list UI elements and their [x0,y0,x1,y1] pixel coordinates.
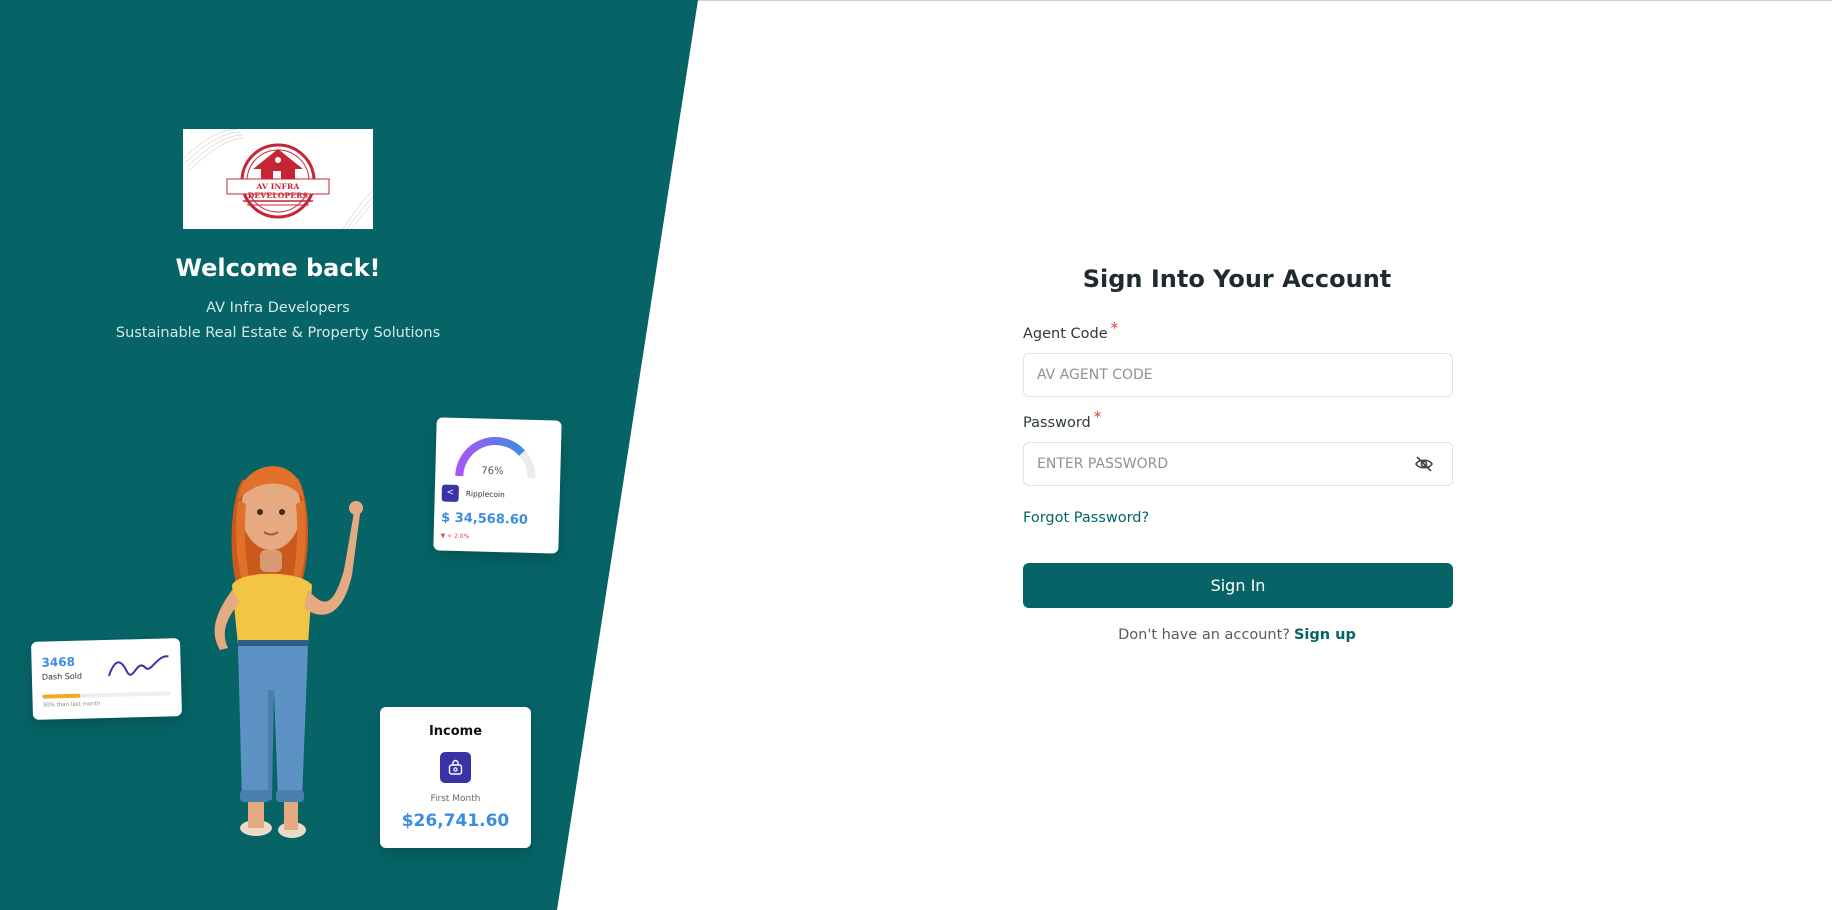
dash-progress-fill [42,693,81,699]
welcome-heading: Welcome back! [175,254,381,282]
company-name: AV Infra Developers [206,300,350,316]
company-tagline: Sustainable Real Estate & Property Solut… [115,325,441,341]
password-label: Password * [1023,408,1101,431]
share-icon: < [441,484,460,502]
agent-code-label: Agent Code * [1023,319,1118,342]
sign-up-link[interactable]: Sign up [1294,627,1356,643]
coin-change: ▼ + 2.0% [440,532,470,541]
coin-name: Ripplecoin [465,489,505,500]
required-asterisk: * [1093,408,1102,426]
password-input[interactable] [1023,442,1453,486]
gauge-percent: 76% [481,465,504,478]
sign-in-button[interactable]: Sign In [1023,563,1453,608]
signup-prompt: Don't have an account? Sign up [1022,627,1452,643]
dash-value: 3468 [41,654,76,670]
eye-off-icon[interactable] [1414,455,1434,473]
ripplecoin-card: 76% < Ripplecoin $ 34,568.60 ▼ + 2.0% [433,417,562,554]
coin-change-value: + 2.0% [447,532,470,541]
no-account-text: Don't have an account? [1118,627,1290,643]
sparkline [107,655,169,677]
agent-code-label-text: Agent Code [1023,326,1108,342]
form-title: Sign Into Your Account [1082,265,1392,293]
dash-progress-bar [42,691,171,699]
bag-icon [440,752,471,783]
company-logo: AV INFRA DEVELOPERS [183,129,373,229]
dash-sold-card: 3468 Dash Sold 30% than last month [31,638,182,720]
agent-code-input[interactable] [1023,353,1453,397]
brand-panel: AV INFRA DEVELOPERS Welcome back! AV Inf… [0,0,698,910]
character-illustration [214,466,363,838]
dash-label: Dash Sold [41,671,83,682]
logo-graphic [183,129,373,229]
forgot-password-link[interactable]: Forgot Password? [1023,510,1149,526]
dash-footnote: 30% than last month [42,701,101,709]
logo-text: AV INFRA DEVELOPERS [247,182,309,200]
password-label-text: Password [1023,415,1091,431]
coin-price: $ 34,568.60 [440,510,529,528]
required-asterisk: * [1110,319,1119,337]
